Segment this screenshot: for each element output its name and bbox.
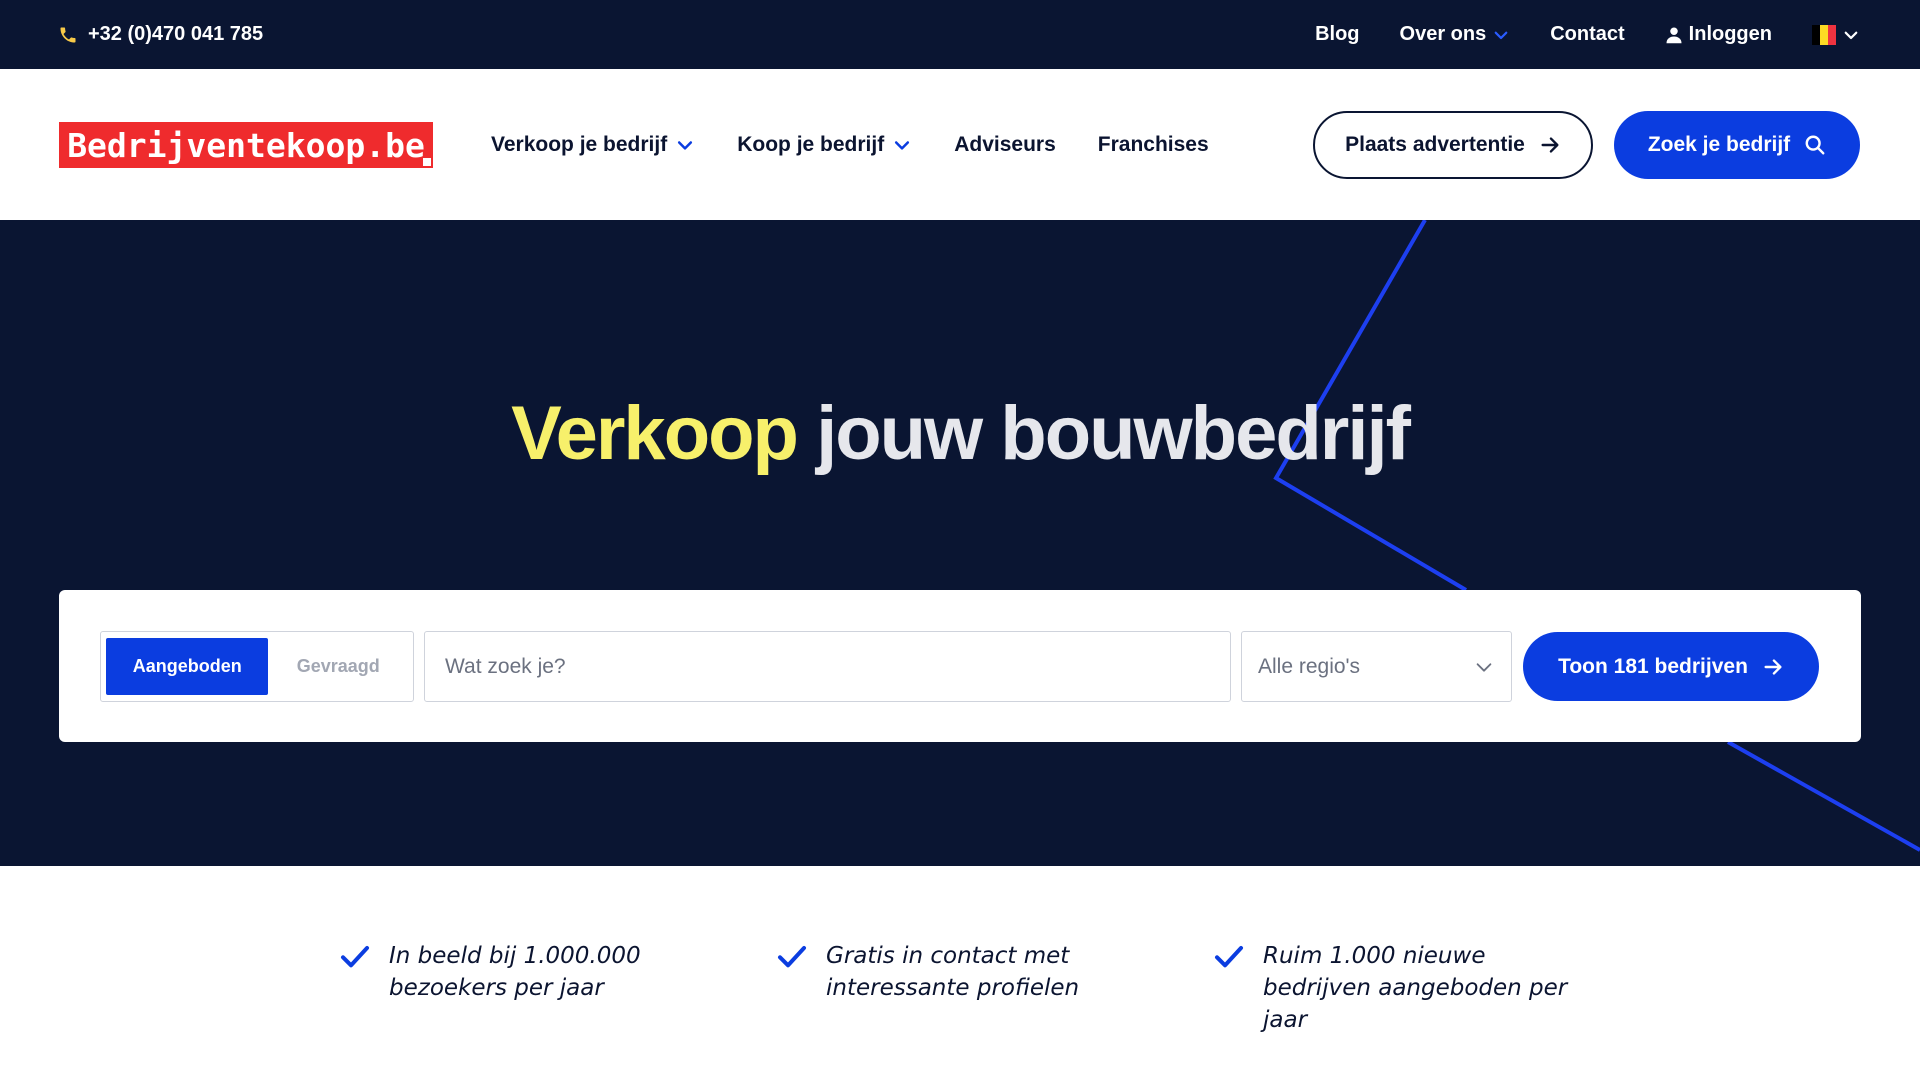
feature-item: Ruim 1.000 nieuwe bedrijven aangeboden p…: [1213, 940, 1583, 1036]
top-nav-over-ons[interactable]: Over ons: [1400, 23, 1511, 46]
top-nav-blog[interactable]: Blog: [1315, 23, 1359, 46]
show-results-label: Toon 181 bedrijven: [1558, 654, 1748, 678]
check-icon: [778, 946, 806, 968]
decorative-lines: [1273, 220, 1920, 852]
top-nav-blog-label: Blog: [1315, 23, 1360, 45]
hero-title-rest: jouw bouwbedrijf: [816, 391, 1411, 476]
chevron-down-icon: [678, 140, 693, 150]
nav-franchises[interactable]: Franchises: [1098, 133, 1209, 157]
nav-verkoop-label: Verkoop je bedrijf: [491, 132, 668, 156]
tab-aangeboden[interactable]: Aangeboden: [106, 638, 269, 695]
check-icon: [341, 946, 369, 968]
nav-adviseurs-label: Adviseurs: [954, 132, 1056, 156]
login-label: Inloggen: [1688, 23, 1772, 45]
chevron-down-icon: [1494, 31, 1508, 39]
region-select[interactable]: Alle regio's: [1241, 631, 1512, 702]
feature-text: Ruim 1.000 nieuwe bedrijven aangeboden p…: [1263, 943, 1568, 1033]
search-input[interactable]: [424, 631, 1231, 702]
arrow-right-icon: [1541, 137, 1559, 153]
feature-text: Gratis in contact met interessante profi…: [826, 943, 1080, 1001]
place-ad-label: Plaats advertentie: [1345, 133, 1525, 156]
nav-franchises-label: Franchises: [1097, 132, 1209, 156]
hero-title: Verkoop jouw bouwbedrijf: [0, 390, 1920, 477]
chevron-down-icon: [1844, 31, 1858, 39]
show-results-button[interactable]: Toon 181 bedrijven: [1523, 632, 1819, 701]
arrow-right-icon: [1764, 658, 1782, 675]
main-nav: Verkoop je bedrijf Koop je bedrijf Advis…: [491, 69, 1209, 220]
main-header: Bedrijventekoop.be Verkoop je bedrijf Ko…: [0, 69, 1920, 220]
hero-section: Verkoop jouw bouwbedrijf Aangeboden Gevr…: [0, 220, 1920, 866]
hero-title-highlight: Verkoop: [511, 391, 799, 476]
features-section: In beeld bij 1.000.000 bezoekers per jaa…: [0, 866, 1920, 1080]
feature-text: In beeld bij 1.000.000 bezoekers per jaa…: [389, 943, 641, 1001]
region-select-value: Alle regio's: [1258, 654, 1361, 678]
search-card: Aangeboden Gevraagd Alle regio's Toon 18…: [59, 590, 1861, 742]
top-nav-over-ons-label: Over ons: [1399, 23, 1487, 45]
nav-adviseurs[interactable]: Adviseurs: [954, 133, 1056, 157]
top-bar: +32 (0)470 041 785 Blog Over ons Contact…: [0, 0, 1920, 69]
top-nav-contact-label: Contact: [1550, 23, 1625, 45]
nav-verkoop[interactable]: Verkoop je bedrijf: [491, 133, 695, 157]
phone-number: +32 (0)470 041 785: [88, 23, 264, 45]
phone-icon: [60, 27, 76, 42]
find-business-label: Zoek je bedrijf: [1647, 133, 1791, 156]
top-nav: Blog Over ons Contact Inloggen: [1315, 0, 1860, 69]
tab-gevraagd[interactable]: Gevraagd: [268, 638, 408, 695]
offer-type-toggle: Aangeboden Gevraagd: [100, 631, 414, 702]
find-business-button[interactable]: Zoek je bedrijf: [1614, 111, 1860, 179]
logo-dot: [423, 158, 431, 166]
site-logo[interactable]: Bedrijventekoop.be: [59, 122, 433, 168]
check-icon: [1215, 946, 1243, 968]
phone-link[interactable]: +32 (0)470 041 785: [58, 0, 263, 69]
login-link[interactable]: Inloggen: [1665, 23, 1772, 46]
nav-koop-label: Koop je bedrijf: [737, 132, 885, 156]
user-icon: [1666, 27, 1682, 43]
feature-item: Gratis in contact met interessante profi…: [776, 940, 1086, 1004]
search-icon: [1805, 135, 1825, 155]
feature-item: In beeld bij 1.000.000 bezoekers per jaa…: [339, 940, 649, 1004]
logo-text: Bedrijventekoop.be: [67, 125, 425, 165]
nav-koop[interactable]: Koop je bedrijf: [737, 133, 912, 157]
chevron-down-icon: [895, 140, 910, 150]
chevron-down-icon: [1476, 662, 1492, 672]
belgium-flag-icon: [1812, 24, 1836, 45]
place-ad-button[interactable]: Plaats advertentie: [1313, 111, 1593, 179]
top-nav-contact[interactable]: Contact: [1550, 23, 1624, 46]
language-selector[interactable]: [1812, 24, 1860, 45]
